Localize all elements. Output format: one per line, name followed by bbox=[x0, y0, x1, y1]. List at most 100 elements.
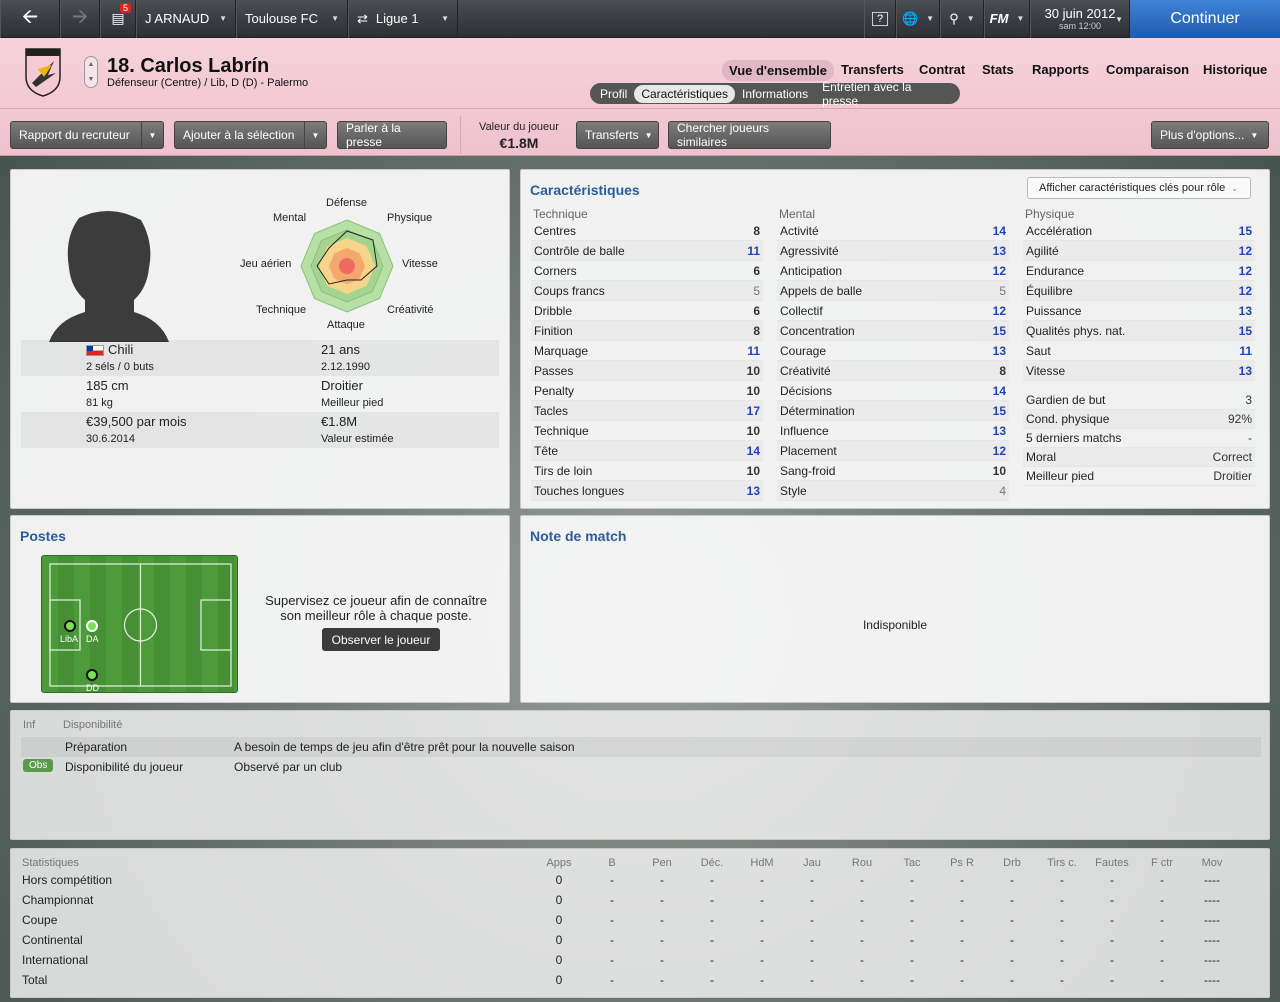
league-menu[interactable]: ⇄ Ligue 1 ▼ bbox=[348, 0, 458, 38]
stats-header-cell: Déc. bbox=[700, 857, 724, 869]
stats-cell: - bbox=[1110, 913, 1114, 927]
attribute-row[interactable]: 5 derniers matchs - bbox=[1023, 429, 1255, 448]
attribute-row[interactable]: Penalty 10 bbox=[531, 381, 763, 401]
attribute-name: Créativité bbox=[780, 363, 831, 378]
stats-cell: - bbox=[810, 973, 814, 987]
attribute-row[interactable]: Sang-froid 10 bbox=[777, 461, 1009, 481]
attribute-name: 5 derniers matchs bbox=[1026, 431, 1122, 445]
inbox-button[interactable]: ▤ 5 bbox=[100, 0, 136, 38]
subtab-caracteristiques[interactable]: Caractéristiques bbox=[634, 84, 736, 103]
attribute-row[interactable]: Saut 11 bbox=[1023, 341, 1255, 361]
stats-header-cell: Apps bbox=[546, 857, 572, 869]
chevron-down-icon[interactable]: ▼ bbox=[141, 122, 163, 148]
attribute-row[interactable]: Endurance 12 bbox=[1023, 261, 1255, 281]
attribute-row[interactable]: Finition 8 bbox=[531, 321, 763, 341]
chercher-similaires-button[interactable]: Chercher joueurs similaires bbox=[668, 121, 831, 149]
attribute-row[interactable]: Courage 13 bbox=[777, 341, 1009, 361]
attribute-row[interactable]: Tacles 17 bbox=[531, 401, 763, 421]
attribute-row[interactable]: Collectif 12 bbox=[777, 301, 1009, 321]
stats-cell: 0 bbox=[555, 873, 563, 887]
club-menu[interactable]: Toulouse FC ▼ bbox=[236, 0, 348, 38]
key-attributes-dropdown[interactable]: Afficher caractéristiques clés pour rôle… bbox=[1027, 177, 1251, 199]
attribute-row[interactable]: Détermination 15 bbox=[777, 401, 1009, 421]
tab-vue-ensemble[interactable]: Vue d'ensemble bbox=[722, 60, 834, 81]
forward-button[interactable]: 🡪 bbox=[60, 0, 100, 38]
stats-cell: - bbox=[710, 933, 714, 947]
continue-button[interactable]: Continuer bbox=[1130, 0, 1280, 38]
subtab-profil[interactable]: Profil bbox=[593, 85, 634, 103]
stats-header-cell: Ps R bbox=[950, 857, 974, 869]
attribute-row[interactable]: Équilibre 12 bbox=[1023, 281, 1255, 301]
attribute-row[interactable]: Dribble 6 bbox=[531, 301, 763, 321]
player-scroll-stepper[interactable]: ▲ ▼ bbox=[84, 56, 98, 88]
attribute-row[interactable]: Meilleur pied Droitier bbox=[1023, 467, 1255, 486]
attribute-row[interactable]: Contrôle de balle 11 bbox=[531, 241, 763, 261]
attribute-row[interactable]: Gardien de but 3 bbox=[1023, 391, 1255, 410]
chevron-down-icon[interactable]: ▼ bbox=[304, 122, 326, 148]
attribute-name: Placement bbox=[780, 443, 837, 458]
tab-stats[interactable]: Stats bbox=[982, 62, 1014, 77]
subtab-entretien[interactable]: Entretien avec la presse bbox=[815, 78, 957, 110]
search-button[interactable]: ⚲ ▼ bbox=[940, 0, 984, 38]
attribute-row[interactable]: Décisions 14 bbox=[777, 381, 1009, 401]
date-display[interactable]: 30 juin 2012 sam 12:00 ▼ bbox=[1030, 0, 1130, 38]
tab-transferts[interactable]: Transferts bbox=[841, 62, 904, 77]
rapport-recruteur-button[interactable]: Rapport du recruteur ▼ bbox=[10, 121, 164, 149]
globe-icon: 🌐 bbox=[901, 10, 919, 26]
position-dot bbox=[86, 669, 98, 681]
subtab-informations[interactable]: Informations bbox=[735, 85, 815, 103]
attribute-row[interactable]: Passes 10 bbox=[531, 361, 763, 381]
attribute-row[interactable]: Technique 10 bbox=[531, 421, 763, 441]
attribute-value: 5 bbox=[999, 283, 1006, 298]
attribute-row[interactable]: Tirs de loin 10 bbox=[531, 461, 763, 481]
attribute-radar bbox=[299, 218, 395, 314]
attribute-row[interactable]: Concentration 15 bbox=[777, 321, 1009, 341]
inbox-icon: ▤ bbox=[111, 10, 125, 26]
plus-options-button[interactable]: Plus d'options... ▼ bbox=[1151, 121, 1269, 149]
tab-rapports[interactable]: Rapports bbox=[1032, 62, 1089, 77]
attribute-row[interactable]: Activité 14 bbox=[777, 221, 1009, 241]
attribute-row[interactable]: Anticipation 12 bbox=[777, 261, 1009, 281]
tab-historique[interactable]: Historique bbox=[1203, 62, 1267, 77]
attribute-row[interactable]: Tête 14 bbox=[531, 441, 763, 461]
attribute-row[interactable]: Influence 13 bbox=[777, 421, 1009, 441]
attribute-row[interactable]: Marquage 11 bbox=[531, 341, 763, 361]
attribute-row[interactable]: Agressivité 13 bbox=[777, 241, 1009, 261]
tab-comparaison[interactable]: Comparaison bbox=[1106, 62, 1189, 77]
attribute-row[interactable]: Centres 8 bbox=[531, 221, 763, 241]
parler-presse-button[interactable]: Parler à la presse bbox=[337, 121, 447, 149]
fm-menu[interactable]: FM ▼ bbox=[984, 0, 1030, 38]
attribute-row[interactable]: Puissance 13 bbox=[1023, 301, 1255, 321]
attribute-row[interactable]: Agilité 12 bbox=[1023, 241, 1255, 261]
stats-cell: - bbox=[960, 913, 964, 927]
ajouter-selection-button[interactable]: Ajouter à la sélection ▼ bbox=[174, 121, 327, 149]
attribute-row[interactable]: Créativité 8 bbox=[777, 361, 1009, 381]
attribute-row[interactable]: Accélération 15 bbox=[1023, 221, 1255, 241]
world-button[interactable]: 🌐 ▼ bbox=[896, 0, 940, 38]
observe-player-button[interactable]: Observer le joueur bbox=[322, 628, 440, 651]
stats-cell: - bbox=[710, 953, 714, 967]
attribute-name: Détermination bbox=[780, 403, 855, 418]
stats-cell: Continental bbox=[22, 933, 83, 947]
back-button[interactable]: 🡨 bbox=[0, 0, 60, 38]
stats-cell: - bbox=[1010, 873, 1014, 887]
attribute-row[interactable]: Cond. physique 92% bbox=[1023, 410, 1255, 429]
attribute-row[interactable]: Qualités phys. nat. 15 bbox=[1023, 321, 1255, 341]
attribute-row[interactable]: Appels de balle 5 bbox=[777, 281, 1009, 301]
stats-cell: - bbox=[810, 933, 814, 947]
attribute-row[interactable]: Coups francs 5 bbox=[531, 281, 763, 301]
positions-hint-2: son meilleur rôle à chaque poste. bbox=[280, 608, 472, 623]
attribute-row[interactable]: Corners 6 bbox=[531, 261, 763, 281]
manager-menu[interactable]: J ARNAUD ▼ bbox=[136, 0, 236, 38]
attribute-name: Appels de balle bbox=[780, 283, 863, 298]
attribute-value: 12 bbox=[992, 303, 1006, 318]
transferts-button[interactable]: Transferts ▼ bbox=[576, 121, 659, 149]
attribute-row[interactable]: Touches longues 13 bbox=[531, 481, 763, 501]
attribute-row[interactable]: Placement 12 bbox=[777, 441, 1009, 461]
help-button[interactable]: ? bbox=[864, 0, 896, 38]
attribute-row[interactable]: Style 4 bbox=[777, 481, 1009, 501]
attribute-name: Finition bbox=[534, 323, 573, 338]
attribute-row[interactable]: Moral Correct bbox=[1023, 448, 1255, 467]
attribute-row[interactable]: Vitesse 13 bbox=[1023, 361, 1255, 381]
tab-contrat[interactable]: Contrat bbox=[919, 62, 965, 77]
